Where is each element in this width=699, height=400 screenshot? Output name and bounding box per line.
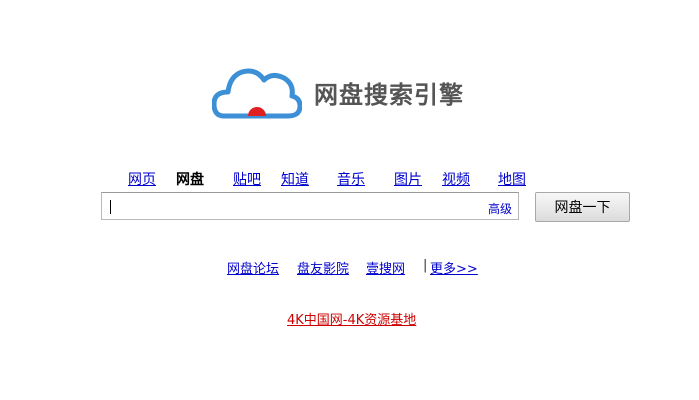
logo: 网盘搜索引擎 — [212, 64, 464, 120]
nav-item-tieba[interactable]: 贴吧 — [233, 169, 261, 189]
logo-text: 网盘搜索引擎 — [314, 80, 464, 109]
cloud-logo-icon — [212, 68, 302, 119]
nav-item-netdisk[interactable]: 网盘 — [176, 169, 204, 189]
nav-item-webpage[interactable]: 网页 — [128, 169, 156, 189]
page: 网盘搜索引擎 网页 网盘 贴吧 知道 音乐 图片 视频 地图 高级 网盘一下 网… — [0, 0, 699, 400]
search-category-nav: 网页 网盘 贴吧 知道 音乐 图片 视频 地图 — [0, 169, 699, 189]
nav-item-zhidao[interactable]: 知道 — [281, 169, 309, 189]
nav-item-map[interactable]: 地图 — [498, 169, 526, 189]
link-yisou[interactable]: 壹搜网 — [366, 258, 405, 277]
quick-links: 网盘论坛 盘友影院 壹搜网 | 更多>> — [0, 258, 699, 277]
nav-item-video[interactable]: 视频 — [442, 169, 470, 189]
nav-item-images[interactable]: 图片 — [394, 169, 422, 189]
advanced-search-link[interactable]: 高级 — [488, 200, 512, 217]
link-friends-cinema[interactable]: 盘友影院 — [297, 258, 349, 277]
nav-item-music[interactable]: 音乐 — [337, 169, 365, 189]
more-link[interactable]: 更多>> — [430, 258, 478, 277]
search-box: 高级 — [101, 192, 519, 220]
partner-link-4k[interactable]: 4K中国网-4K资源基地 — [287, 309, 416, 328]
links-separator: | — [423, 258, 428, 273]
search-button[interactable]: 网盘一下 — [535, 192, 630, 222]
link-netdisk-forum[interactable]: 网盘论坛 — [227, 258, 279, 277]
text-caret — [110, 200, 111, 214]
search-input[interactable] — [109, 194, 483, 220]
